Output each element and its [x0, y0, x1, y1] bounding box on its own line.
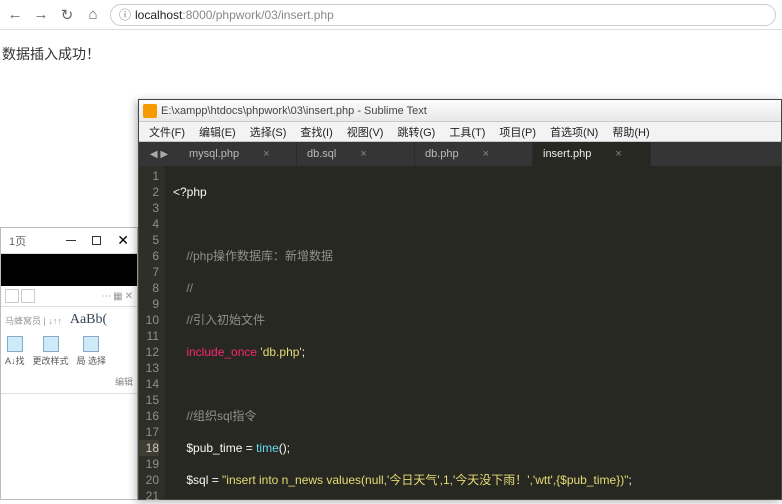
background-window-controls: 1页 ✕ [1, 228, 137, 254]
back-button[interactable]: ← [6, 6, 24, 24]
code-body[interactable]: <?php //php操作数据库：新增数据 // //引入初始文件 includ… [165, 166, 781, 499]
tab-close-icon[interactable]: × [615, 148, 621, 160]
style-icon [43, 336, 59, 352]
minimize-icon[interactable] [66, 240, 76, 241]
toolbar-chip[interactable] [21, 289, 35, 303]
tab-dbsql[interactable]: db.sql× [297, 142, 415, 166]
tab-close-icon[interactable]: × [360, 148, 366, 160]
forward-button[interactable]: → [32, 6, 50, 24]
page-label: 1页 [9, 233, 26, 249]
ribbon-select[interactable]: 局 选择 [77, 336, 107, 367]
sublime-title-text: E:\xampp\htdocs\phpwork\03\insert.php - … [161, 105, 427, 117]
url-host: localhost [135, 8, 182, 22]
toolbar-chip[interactable] [5, 289, 19, 303]
background-window: 1页 ✕ ⋯ ▦ ✕ 马蜂窝员 | ↓↑↑ AaBb( A↓找 更改样式 局 选… [0, 227, 138, 500]
code-editor[interactable]: 1 2 3 4 5 6 7 8 9 10 11 12 13 14 15 16 1… [139, 166, 781, 499]
select-icon [83, 336, 99, 352]
sublime-window: E:\xampp\htdocs\phpwork\03\insert.php - … [138, 99, 782, 500]
ribbon-find[interactable]: A↓找 [5, 336, 25, 367]
menu-file[interactable]: 文件(F) [143, 124, 191, 140]
menu-view[interactable]: 视图(V) [341, 124, 390, 140]
style-sample[interactable]: AaBb( [70, 312, 107, 328]
menu-goto[interactable]: 跳转(G) [391, 124, 441, 140]
menu-help[interactable]: 帮助(H) [606, 124, 655, 140]
browser-toolbar: ← → ↻ ⌂ ⓘ localhost:8000/phpwork/03/inse… [0, 0, 782, 30]
ribbon-change-style[interactable]: 更改样式 [33, 336, 69, 367]
menu-edit[interactable]: 编辑(E) [193, 124, 242, 140]
background-dark-strip [1, 254, 137, 286]
page-content: 数据插入成功！ [0, 30, 782, 78]
home-button[interactable]: ⌂ [84, 6, 102, 24]
info-icon: ⓘ [119, 6, 131, 23]
find-icon [7, 336, 23, 352]
close-icon[interactable]: ✕ [117, 232, 129, 249]
ribbon-styles: 马蜂窝员 | ↓↑↑ AaBb( A↓找 更改样式 局 选择 编辑 [1, 307, 137, 394]
tab-mysql[interactable]: mysql.php× [179, 142, 297, 166]
tab-nav[interactable]: ◀ ▶ [139, 142, 179, 166]
url-path: :8000/phpwork/03/insert.php [182, 8, 333, 22]
maximize-icon[interactable] [92, 236, 101, 245]
result-message: 数据插入成功！ [2, 46, 100, 62]
menu-select[interactable]: 选择(S) [244, 124, 293, 140]
background-mini-toolbar: ⋯ ▦ ✕ [1, 286, 137, 307]
ribbon-group-label: 编辑 [5, 375, 133, 388]
tab-close-icon[interactable]: × [483, 148, 489, 160]
tab-dbphp[interactable]: db.php× [415, 142, 533, 166]
menu-tools[interactable]: 工具(T) [443, 124, 491, 140]
menu-prefs[interactable]: 首选项(N) [544, 124, 604, 140]
menu-find[interactable]: 查找(I) [294, 124, 338, 140]
tab-close-icon[interactable]: × [263, 148, 269, 160]
line-gutter: 1 2 3 4 5 6 7 8 9 10 11 12 13 14 15 16 1… [139, 166, 165, 499]
tab-insert[interactable]: insert.php× [533, 142, 651, 166]
address-bar[interactable]: ⓘ localhost:8000/phpwork/03/insert.php [110, 4, 776, 26]
menu-project[interactable]: 项目(P) [493, 124, 542, 140]
sublime-app-icon [143, 104, 157, 118]
reload-button[interactable]: ↻ [58, 6, 76, 24]
sublime-menu-bar: 文件(F) 编辑(E) 选择(S) 查找(I) 视图(V) 跳转(G) 工具(T… [139, 122, 781, 142]
sublime-titlebar[interactable]: E:\xampp\htdocs\phpwork\03\insert.php - … [139, 100, 781, 122]
sublime-tabbar: ◀ ▶ mysql.php× db.sql× db.php× insert.ph… [139, 142, 781, 166]
